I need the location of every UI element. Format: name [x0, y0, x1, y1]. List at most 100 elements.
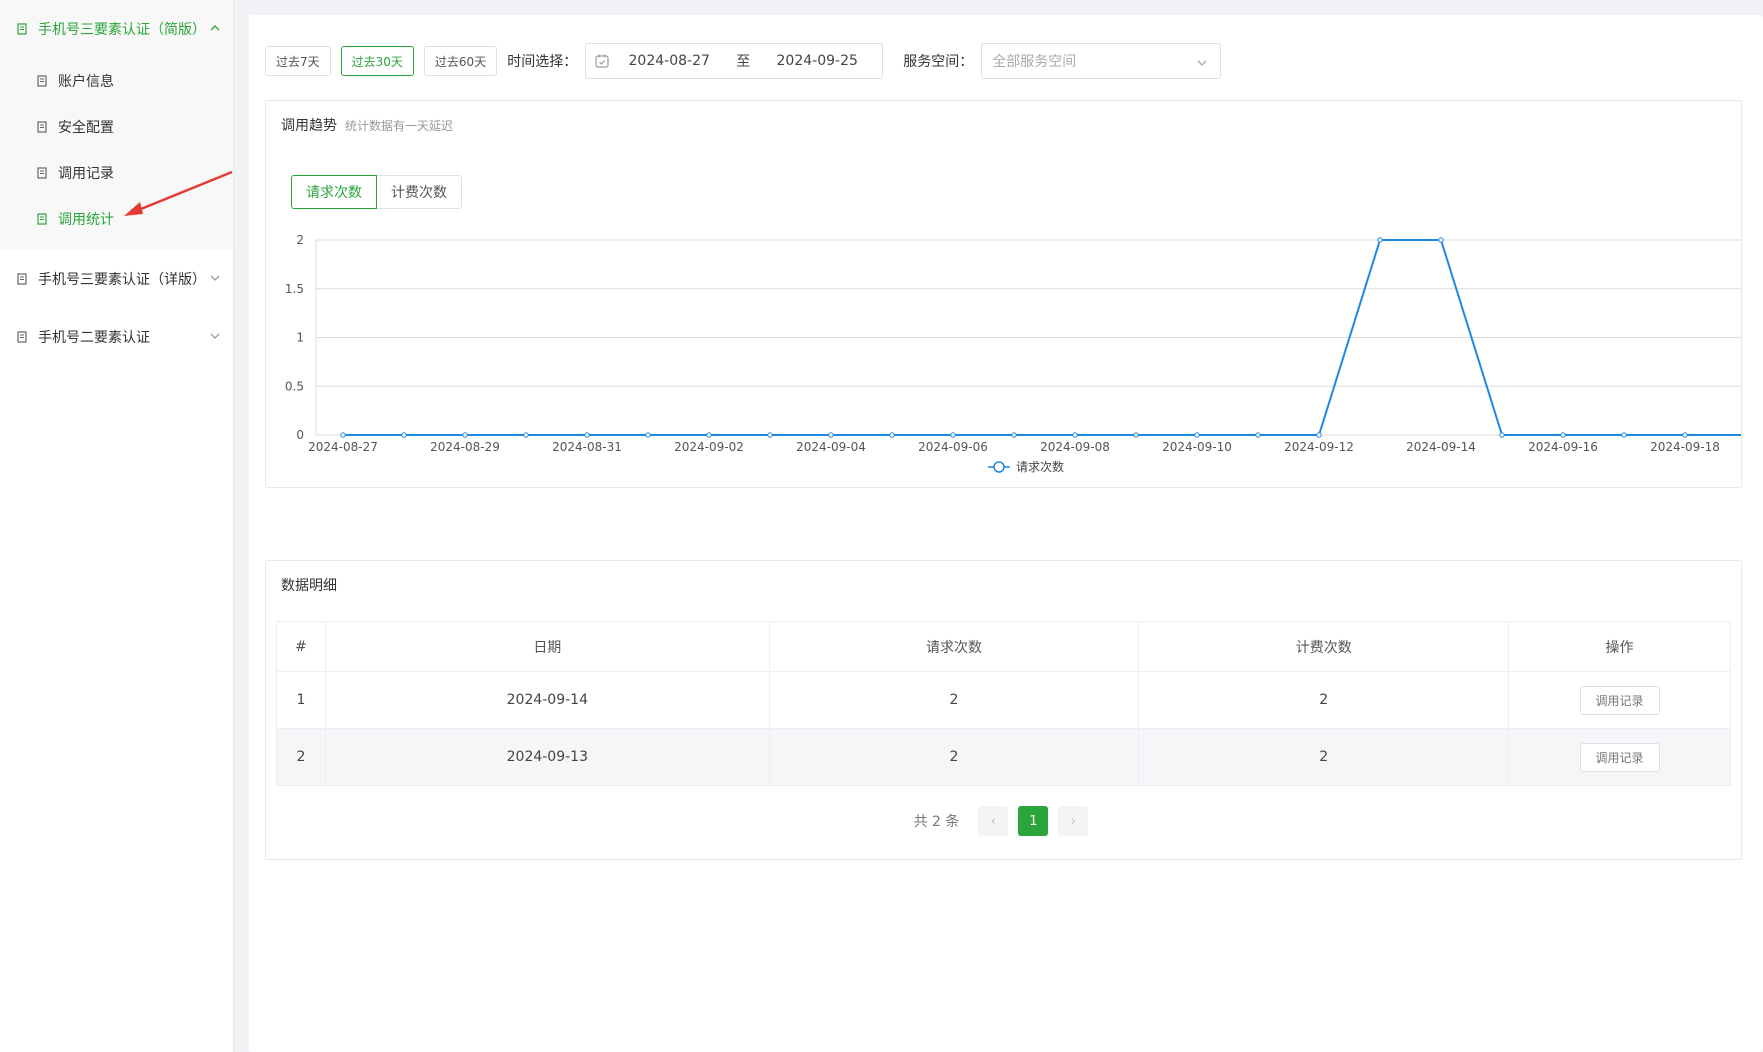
sidebar-item-security-config[interactable]: 安全配置: [0, 104, 233, 150]
main-card: 过去7天 过去30天 过去60天 时间选择： 2024-08-27 至 2024…: [249, 15, 1763, 1052]
service-space-select[interactable]: 全部服务空间: [981, 43, 1222, 79]
menu-2factor-label: 手机号二要素认证: [38, 330, 150, 346]
filter-toolbar: 过去7天 过去30天 过去60天 时间选择： 2024-08-27 至 2024…: [265, 43, 1222, 79]
menu-3factor-lite[interactable]: 手机号三要素认证（简版）: [0, 0, 233, 58]
trend-line-chart: 0 0.5 1 1.5 2 2024-08-27 2024-08-29 2024-08-31 2…: [285, 233, 1741, 474]
sidebar-item-label: 调用记录: [58, 166, 114, 182]
cell-action: 调用记录: [1508, 728, 1731, 786]
data-point: [645, 432, 651, 438]
x-tick-label: 2024-09-12: [1284, 440, 1354, 454]
cell-date: 2024-09-14: [324, 671, 770, 729]
doc-icon: [37, 75, 47, 87]
date-start-field[interactable]: 2024-08-27: [610, 53, 728, 69]
date-end-field[interactable]: 2024-09-25: [758, 53, 876, 69]
doc-icon: [17, 273, 27, 285]
table-header-row: # 日期 请求次数 计费次数 操作: [276, 621, 1731, 672]
x-tick-label: 2024-09-02: [674, 440, 744, 454]
x-tick-label: 2024-08-31: [552, 440, 622, 454]
cell-requests: 2: [768, 671, 1140, 729]
data-point: [401, 432, 407, 438]
page-1-button[interactable]: 1: [1018, 806, 1049, 836]
menu-2factor[interactable]: 手机号二要素认证: [0, 308, 233, 366]
calendar-icon: [595, 54, 609, 68]
sidebar-item-call-records[interactable]: 调用记录: [0, 150, 233, 196]
y-tick-label: 2: [296, 233, 304, 247]
y-tick-label: 1: [296, 331, 304, 345]
cell-date: 2024-09-13: [324, 728, 770, 786]
range-60d-button[interactable]: 过去60天: [423, 46, 498, 76]
call-records-button[interactable]: 调用记录: [1579, 685, 1660, 715]
chevron-down-icon: [1197, 60, 1207, 66]
cell-index: 2: [276, 728, 326, 786]
legend-swatch-marker: [993, 461, 1005, 473]
date-range-picker[interactable]: 2024-08-27 至 2024-09-25: [585, 43, 884, 79]
table-row: 1 2024-09-14 2 2 调用记录: [276, 671, 1731, 729]
cell-requests: 2: [768, 728, 1140, 786]
data-point: [584, 432, 590, 438]
doc-icon: [37, 121, 47, 133]
x-tick-label: 2024-09-06: [918, 440, 988, 454]
menu-3factor-lite-label: 手机号三要素认证（简版）: [38, 22, 206, 38]
prev-page-button[interactable]: ‹: [978, 806, 1009, 836]
sidebar: 手机号三要素认证（简版） 账户信息 安全配置 调用记录 调用统计 手机号三要素认…: [0, 0, 234, 1052]
cell-action: 调用记录: [1508, 671, 1731, 729]
data-point: [1377, 237, 1383, 243]
doc-icon: [37, 167, 47, 179]
data-point: [523, 432, 529, 438]
data-point: [950, 432, 956, 438]
x-tick-label: 2024-09-18: [1650, 440, 1720, 454]
chevron-up-icon: [210, 25, 220, 31]
data-point: [1316, 432, 1322, 438]
sidebar-item-call-stats[interactable]: 调用统计: [0, 196, 233, 242]
time-select-label: 时间选择：: [507, 54, 578, 70]
x-tick-label: 2024-09-04: [796, 440, 866, 454]
y-tick-label: 1.5: [285, 282, 304, 296]
pagination: 共 2 条 ‹ 1 ›: [266, 806, 1741, 836]
sidebar-item-label: 调用统计: [58, 212, 114, 228]
table-row: 2 2024-09-13 2 2 调用记录: [276, 728, 1731, 786]
col-index: #: [276, 621, 326, 672]
doc-icon: [37, 213, 47, 225]
range-7d-button[interactable]: 过去7天: [265, 46, 331, 76]
x-tick-label: 2024-09-10: [1162, 440, 1232, 454]
col-date: 日期: [324, 621, 770, 672]
next-page-button[interactable]: ›: [1058, 806, 1089, 836]
data-point: [1621, 432, 1627, 438]
x-tick-label: 2024-09-14: [1406, 440, 1476, 454]
data-point: [1255, 432, 1261, 438]
data-point: [706, 432, 712, 438]
range-30d-button[interactable]: 过去30天: [340, 46, 414, 76]
data-point: [767, 432, 773, 438]
service-space-placeholder: 全部服务空间: [992, 54, 1077, 70]
col-requests: 请求次数: [768, 621, 1140, 672]
detail-panel: 数据明细 # 日期 请求次数 计费次数 操作 1 2024-09-14 2 2 …: [265, 560, 1742, 860]
service-space-label: 服务空间：: [903, 54, 974, 70]
cell-billed: 2: [1138, 728, 1510, 786]
data-point: [1133, 432, 1139, 438]
data-point: [1560, 432, 1566, 438]
data-point: [1438, 237, 1444, 243]
data-point: [340, 432, 346, 438]
doc-icon: [17, 331, 27, 343]
x-tick-label: 2024-09-08: [1040, 440, 1110, 454]
date-separator: 至: [736, 54, 751, 70]
detail-title: 数据明细: [281, 578, 337, 594]
data-point: [828, 432, 834, 438]
menu-3factor-detail[interactable]: 手机号三要素认证（详版）: [0, 250, 233, 308]
data-point: [462, 432, 468, 438]
cell-billed: 2: [1138, 671, 1510, 729]
col-action: 操作: [1508, 621, 1731, 672]
x-tick-label: 2024-09-16: [1528, 440, 1598, 454]
data-point: [1499, 432, 1505, 438]
data-point: [1011, 432, 1017, 438]
sidebar-item-label: 账户信息: [58, 74, 114, 90]
legend-label: 请求次数: [1016, 459, 1064, 474]
chevron-down-icon: [210, 275, 220, 281]
y-tick-label: 0.5: [285, 379, 304, 393]
trend-panel: 调用趋势 统计数据有一天延迟 请求次数 计费次数 0 0.5 1 1.5 2 2024-08…: [265, 100, 1742, 488]
col-billed: 计费次数: [1138, 621, 1510, 672]
call-records-button[interactable]: 调用记录: [1579, 742, 1660, 772]
sidebar-item-account-info[interactable]: 账户信息: [0, 58, 233, 104]
submenu-3factor-lite: 账户信息 安全配置 调用记录 调用统计: [0, 58, 233, 250]
sidebar-item-label: 安全配置: [58, 120, 114, 136]
